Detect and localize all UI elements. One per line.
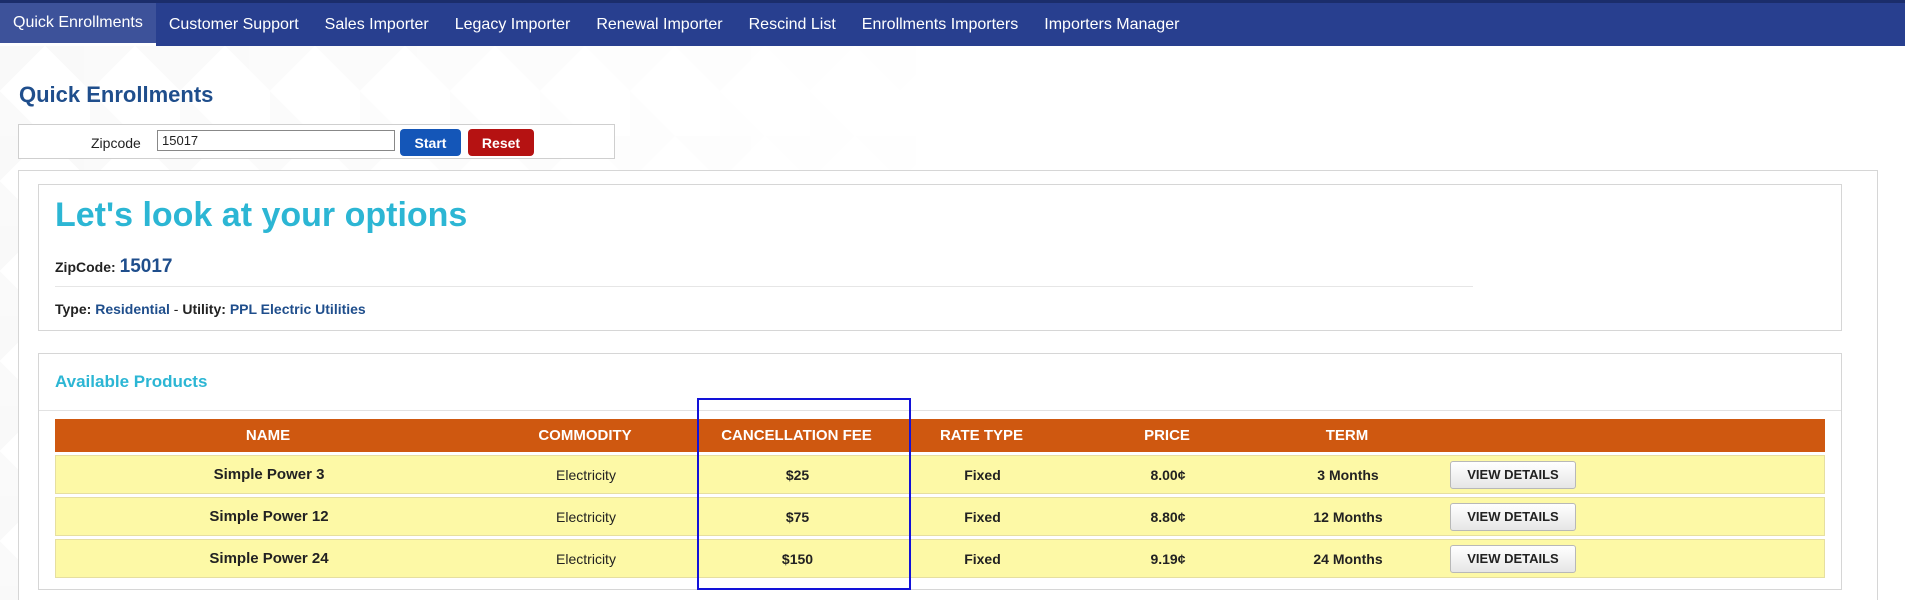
nav-item-renewal-importer[interactable]: Renewal Importer <box>583 3 735 46</box>
product-term: 24 Months <box>1313 550 1383 567</box>
nav-item-enrollments-importers[interactable]: Enrollments Importers <box>849 3 1032 46</box>
column-header-price: PRICE <box>1144 427 1190 444</box>
products-table: NAME COMMODITY CANCELLATION FEE RATE TYP… <box>55 419 1825 578</box>
type-utility-summary: Type: Residential - Utility: PPL Electri… <box>55 301 366 317</box>
type-value: Residential <box>95 301 170 317</box>
nav-item-rescind-list[interactable]: Rescind List <box>736 3 849 46</box>
product-cancellation-fee: $75 <box>785 508 810 525</box>
view-details-button[interactable]: VIEW DETAILS <box>1450 544 1576 573</box>
product-commodity: Electricity <box>556 466 616 483</box>
product-rate-type: Fixed <box>964 550 1001 567</box>
product-price: 8.00¢ <box>1150 466 1186 483</box>
table-header: NAME COMMODITY CANCELLATION FEE RATE TYP… <box>55 419 1825 452</box>
product-price: 9.19¢ <box>1150 550 1186 567</box>
start-button[interactable]: Start <box>400 129 461 156</box>
zipcode-summary: ZipCode: 15017 <box>55 256 173 278</box>
product-actions: VIEW DETAILS <box>1420 502 1620 531</box>
column-header-name: NAME <box>245 427 291 444</box>
view-details-button[interactable]: VIEW DETAILS <box>1450 502 1576 531</box>
utility-label: Utility: <box>182 301 226 317</box>
product-commodity: Electricity <box>556 508 616 525</box>
page-title: Quick Enrollments <box>19 82 214 107</box>
product-name: Simple Power 24 <box>209 550 329 567</box>
column-header-rate-type: RATE TYPE <box>939 427 1024 444</box>
product-rate-type: Fixed <box>964 508 1001 525</box>
product-price: 8.80¢ <box>1150 508 1186 525</box>
product-commodity: Electricity <box>556 550 616 567</box>
column-header-cancellation-fee: CANCELLATION FEE <box>721 427 872 444</box>
zipcode-label: Zipcode <box>91 135 141 151</box>
available-products-title: Available Products <box>55 372 208 391</box>
product-name: Simple Power 12 <box>209 508 329 525</box>
nav-item-sales-importer[interactable]: Sales Importer <box>312 3 442 46</box>
options-headline: Let's look at your options <box>55 196 468 234</box>
top-nav: Quick Enrollments Customer Support Sales… <box>0 0 1905 46</box>
table-row: Simple Power 24 Electricity $150 Fixed 9… <box>55 539 1825 578</box>
column-header-commodity: COMMODITY <box>538 427 632 444</box>
zipcode-summary-value: 15017 <box>119 256 173 277</box>
view-details-button[interactable]: VIEW DETAILS <box>1450 460 1576 489</box>
product-actions: VIEW DETAILS <box>1420 460 1620 489</box>
product-actions: VIEW DETAILS <box>1420 544 1620 573</box>
product-rate-type: Fixed <box>964 466 1001 483</box>
table-row: Simple Power 12 Electricity $75 Fixed 8.… <box>55 497 1825 536</box>
product-term: 3 Months <box>1317 466 1379 483</box>
utility-value: PPL Electric Utilities <box>229 301 366 317</box>
nav-item-legacy-importer[interactable]: Legacy Importer <box>442 3 584 46</box>
reset-button[interactable]: Reset <box>468 129 534 156</box>
product-cancellation-fee: $150 <box>781 550 814 567</box>
nav-item-customer-support[interactable]: Customer Support <box>156 3 312 46</box>
product-cancellation-fee: $25 <box>785 466 810 483</box>
product-term: 12 Months <box>1313 508 1383 525</box>
type-label: Type: <box>55 301 92 317</box>
table-row: Simple Power 3 Electricity $25 Fixed 8.0… <box>55 455 1825 494</box>
column-header-term: TERM <box>1325 427 1369 444</box>
nav-item-importers-manager[interactable]: Importers Manager <box>1031 3 1192 46</box>
product-name: Simple Power 3 <box>213 466 325 483</box>
zipcode-form: Zipcode Start Reset <box>18 124 615 159</box>
summary-divider <box>55 286 1473 287</box>
zipcode-summary-label: ZipCode: <box>55 259 116 275</box>
nav-item-quick-enrollments[interactable]: Quick Enrollments <box>0 3 156 46</box>
zipcode-input[interactable] <box>157 130 395 151</box>
products-divider <box>39 410 1841 411</box>
type-utility-separator: - <box>169 301 183 317</box>
